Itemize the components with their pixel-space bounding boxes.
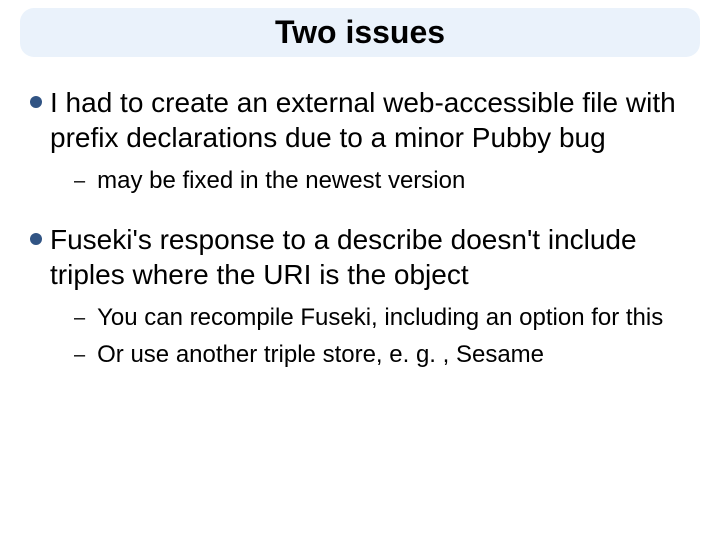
sub-list: – may be fixed in the newest version [74,165,690,196]
sub-item: – Or use another triple store, e. g. , S… [74,339,690,370]
bullet-icon [30,233,42,245]
sub-text: You can recompile Fuseki, including an o… [97,302,663,333]
bullet-item: Fuseki's response to a describe doesn't … [30,222,690,292]
sub-text: Or use another triple store, e. g. , Ses… [97,339,544,370]
slide-body: I had to create an external web-accessib… [0,57,720,371]
slide-title: Two issues [20,14,700,51]
bullet-icon [30,96,42,108]
dash-icon: – [74,342,85,369]
sub-item: – may be fixed in the newest version [74,165,690,196]
bullet-item: I had to create an external web-accessib… [30,85,690,155]
dash-icon: – [74,305,85,332]
sub-item: – You can recompile Fuseki, including an… [74,302,690,333]
sub-text: may be fixed in the newest version [97,165,465,196]
dash-icon: – [74,168,85,195]
bullet-text: Fuseki's response to a describe doesn't … [50,222,690,292]
bullet-text: I had to create an external web-accessib… [50,85,690,155]
slide-title-bar: Two issues [20,8,700,57]
sub-list: – You can recompile Fuseki, including an… [74,302,690,370]
